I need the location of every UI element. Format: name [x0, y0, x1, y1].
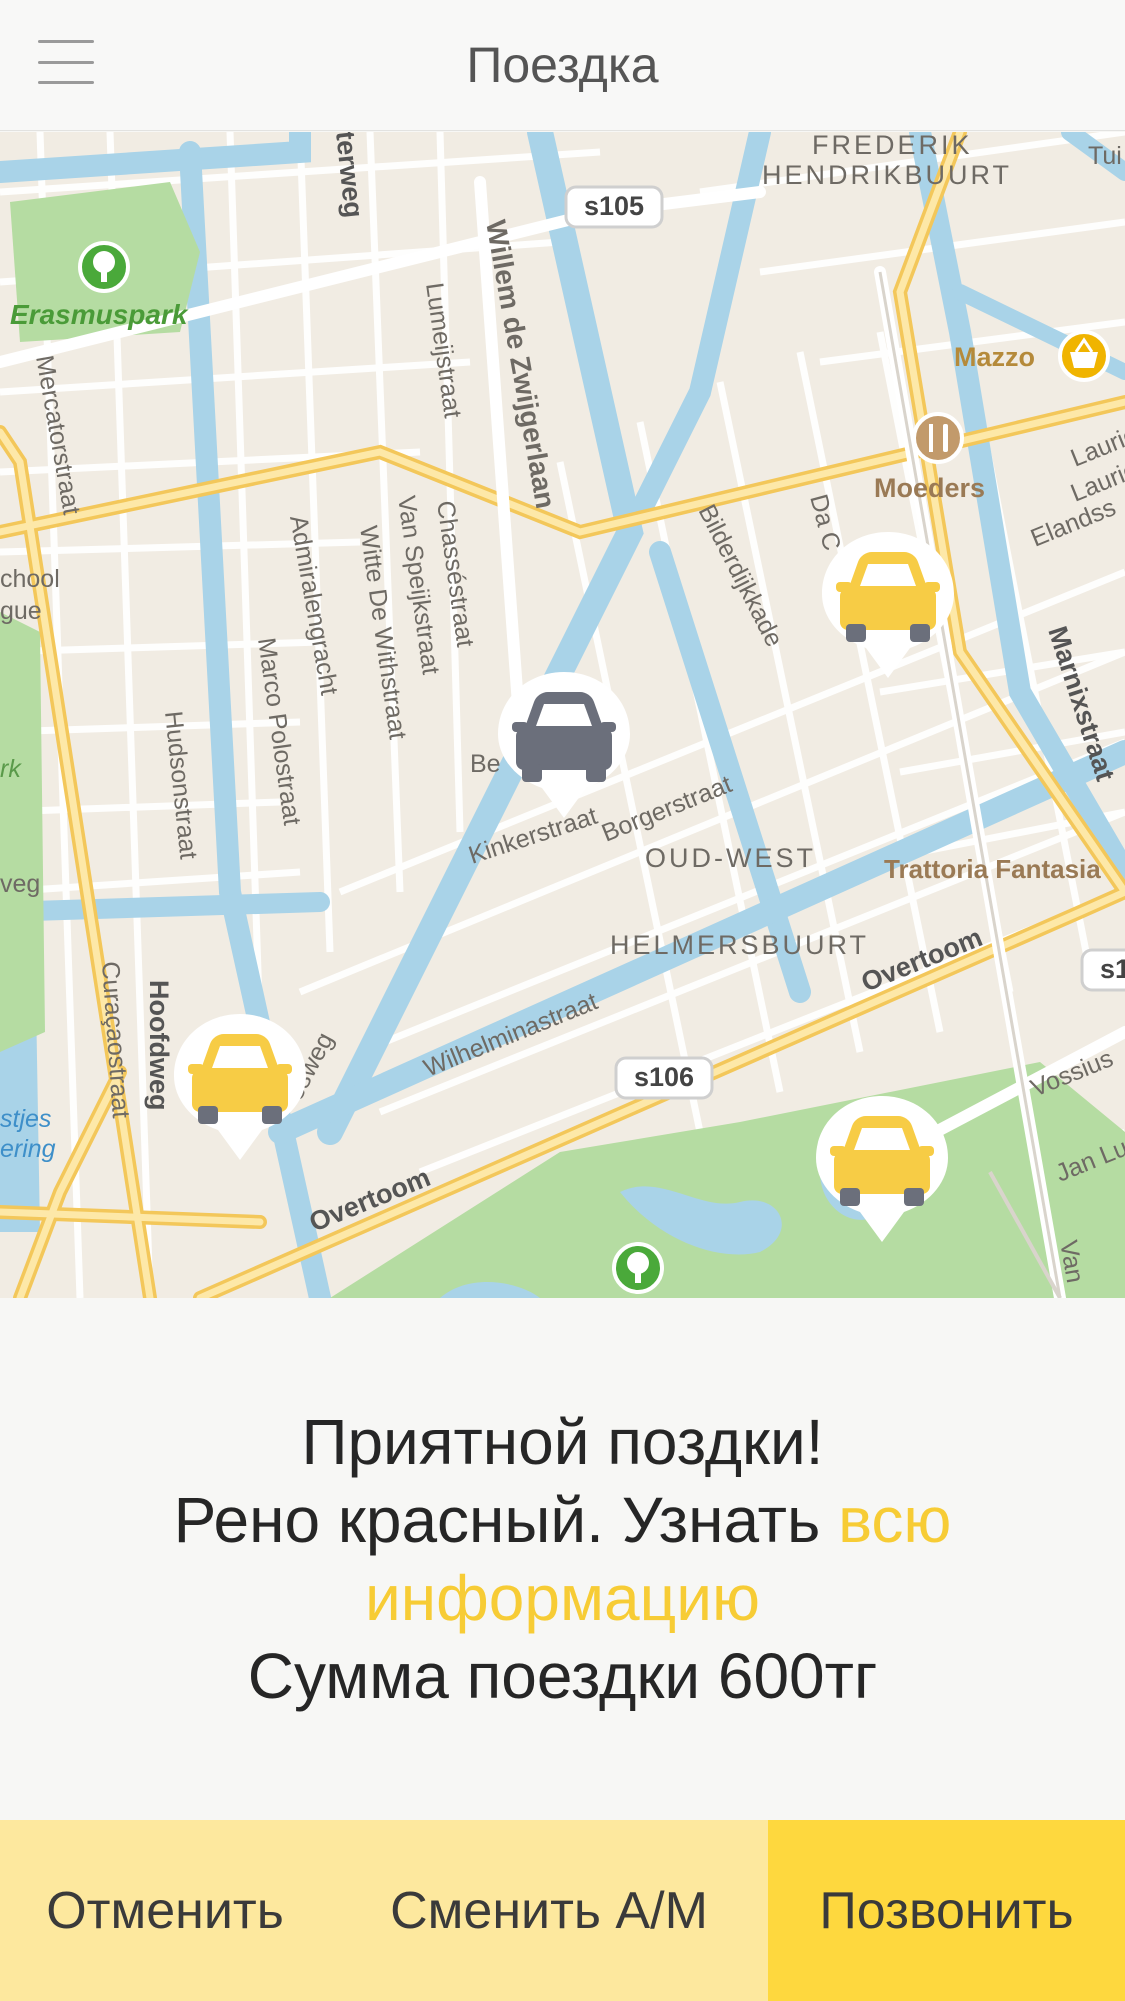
street-label: veg	[0, 870, 40, 898]
poi-label-moeders: Moeders	[874, 473, 985, 503]
app-root: Поездка s105 s106 s1 FREDERIK HENDRIKBUU…	[0, 0, 1125, 2001]
cancel-button[interactable]: Отменить	[0, 1820, 330, 2001]
district-label: OUD-WEST	[645, 843, 816, 873]
page-title: Поездка	[466, 37, 659, 93]
poi-label-erasmuspark: Erasmuspark	[10, 299, 189, 330]
road-shield-s1: s1	[1080, 948, 1125, 992]
greeting-text: Приятной поздки!	[301, 1406, 824, 1478]
action-bar: Отменить Сменить А/М Позвонить	[0, 1820, 1125, 2001]
taxi-marker[interactable]	[812, 1092, 952, 1252]
svg-text:s106: s106	[634, 1062, 694, 1092]
road-shield-s105: s105	[564, 185, 664, 229]
street-label: ering	[0, 1135, 56, 1163]
park-tree-icon[interactable]	[78, 241, 130, 293]
taxi-marker[interactable]	[818, 528, 958, 688]
district-label: FREDERIK	[812, 132, 973, 160]
poi-label-mazzo: Mazzo	[954, 342, 1035, 372]
car-description: Рено красный. Узнать	[173, 1484, 839, 1556]
top-nav-bar: Поездка	[0, 0, 1125, 131]
car-info-text: Рено красный. Узнать всю информацию	[80, 1481, 1045, 1637]
map-view[interactable]: s105 s106 s1 FREDERIK HENDRIKBUURT OUD-W…	[0, 132, 1125, 1298]
street-label: rk	[0, 755, 22, 783]
district-label: HELMERSBUURT	[610, 930, 869, 960]
trip-sum-text: Сумма поездки 600тг	[247, 1640, 878, 1712]
taxi-marker[interactable]	[170, 1010, 310, 1170]
svg-text:s1: s1	[1100, 954, 1125, 984]
poi-label-trattoria: Trattoria Fantasia	[884, 854, 1101, 884]
road-shield-s106: s106	[614, 1056, 714, 1100]
change-car-button[interactable]: Сменить А/М	[330, 1820, 768, 2001]
trip-info-panel: Приятной поздки! Рено красный. Узнать вс…	[0, 1298, 1125, 1820]
street-label: gue	[0, 597, 42, 625]
street-label: stjes	[0, 1105, 51, 1133]
park-tree-icon[interactable]	[612, 1242, 664, 1294]
restaurant-fork-knife-icon[interactable]	[912, 412, 964, 464]
district-label: HENDRIKBUURT	[762, 160, 1012, 190]
street-label: chool	[0, 565, 60, 593]
selected-car-marker[interactable]	[494, 668, 634, 828]
svg-text:s105: s105	[584, 191, 644, 221]
call-button[interactable]: Позвонить	[768, 1820, 1125, 2001]
hamburger-menu-icon[interactable]	[38, 40, 94, 84]
street-label: Tui	[1088, 142, 1122, 170]
shopping-basket-icon[interactable]	[1058, 330, 1110, 382]
